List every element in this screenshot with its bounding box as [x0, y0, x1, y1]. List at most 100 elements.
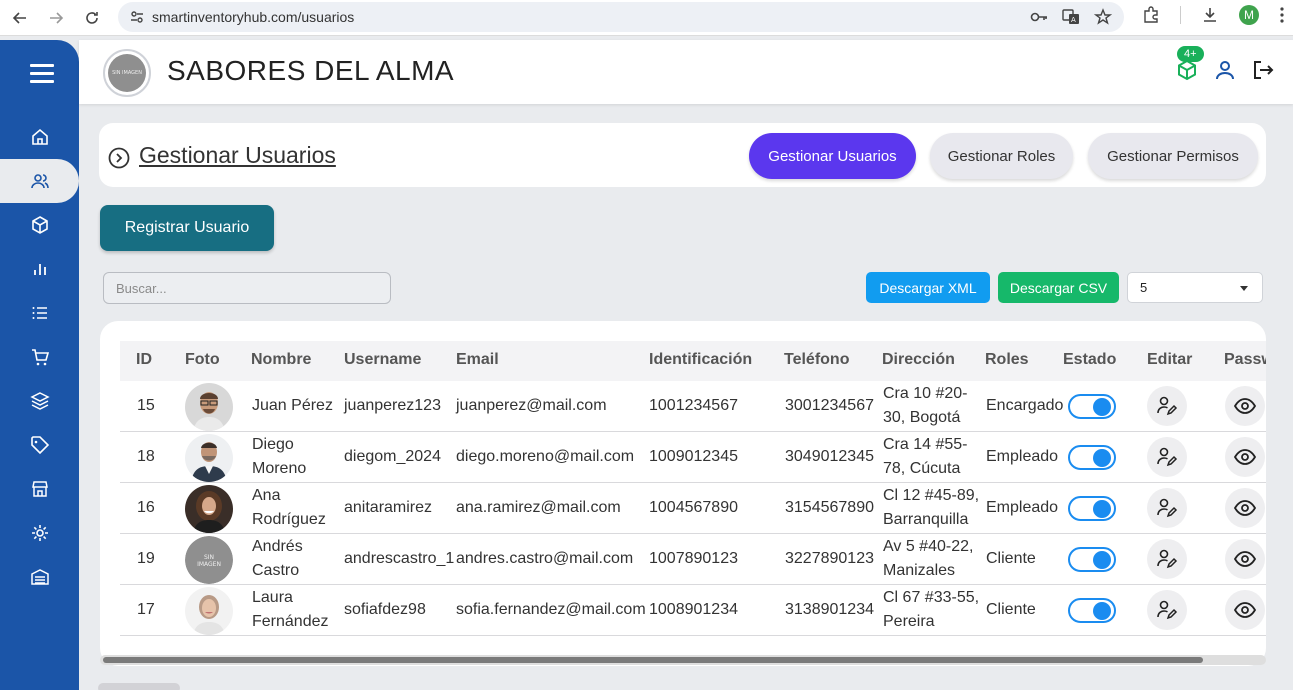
status-toggle[interactable] — [1068, 547, 1116, 572]
download-icon[interactable] — [1201, 6, 1219, 24]
col-header-phone[interactable]: Teléfono — [784, 351, 849, 369]
page-size-select[interactable]: 5 — [1127, 272, 1263, 303]
sidebar-item-sales[interactable] — [0, 335, 79, 379]
reload-icon[interactable] — [78, 4, 106, 32]
tab-manage-roles[interactable]: Gestionar Roles — [930, 133, 1073, 179]
cell-role: Cliente — [986, 550, 1036, 567]
sidebar-item-products[interactable] — [0, 203, 79, 247]
bar-chart-icon — [33, 264, 46, 275]
menu-dots-icon[interactable] — [1279, 6, 1285, 24]
col-header-email[interactable]: Email — [456, 351, 499, 369]
tab-manage-users[interactable]: Gestionar Usuarios — [749, 133, 916, 179]
status-toggle[interactable] — [1068, 598, 1116, 623]
status-toggle[interactable] — [1068, 445, 1116, 470]
page-title-card: Gestionar Usuarios Gestionar Usuarios Ge… — [99, 123, 1266, 187]
status-toggle[interactable] — [1068, 496, 1116, 521]
sidebar-item-warehouse[interactable] — [0, 555, 79, 599]
browser-toolbar: smartinventoryhub.com/usuarios A M — [0, 0, 1293, 36]
cell-name-line2: Moreno — [252, 460, 307, 477]
sidebar-item-users[interactable] — [0, 159, 79, 203]
cell-phone: 3227890123 — [785, 550, 874, 567]
sidebar-item-tags[interactable] — [0, 423, 79, 467]
view-password-button[interactable] — [1225, 437, 1265, 477]
business-logo: SIN IMAGEN — [103, 49, 151, 97]
eye-icon — [1233, 449, 1257, 465]
register-user-button[interactable]: Registrar Usuario — [100, 205, 274, 251]
view-password-button[interactable] — [1225, 386, 1265, 426]
users-icon — [30, 174, 49, 189]
forward-icon[interactable] — [42, 4, 70, 32]
search-input[interactable] — [103, 272, 391, 304]
tab-manage-permissions[interactable]: Gestionar Permisos — [1088, 133, 1258, 179]
view-password-button[interactable] — [1225, 539, 1265, 579]
caret-down-icon — [1240, 286, 1248, 291]
edit-user-button[interactable] — [1147, 386, 1187, 426]
col-header-password[interactable]: Passw — [1224, 351, 1266, 369]
col-header-photo[interactable]: Foto — [185, 351, 220, 369]
view-password-button[interactable] — [1225, 488, 1265, 528]
col-header-edit[interactable]: Editar — [1147, 351, 1192, 369]
page-title[interactable]: Gestionar Usuarios — [139, 142, 336, 169]
col-header-name[interactable]: Nombre — [251, 351, 311, 369]
cell-id: 15 — [137, 397, 155, 414]
cell-phone: 3154567890 — [785, 499, 874, 516]
cell-name-line1: Laura — [252, 589, 293, 606]
users-table: ID Foto Nombre Username Email Identifica… — [100, 321, 1266, 666]
translate-icon[interactable]: A — [1062, 8, 1080, 26]
user-edit-icon — [1157, 498, 1178, 518]
col-header-identification[interactable]: Identificación — [649, 351, 752, 369]
cell-address-line2: Barranquilla — [883, 511, 969, 528]
key-icon[interactable] — [1030, 8, 1048, 26]
col-header-address[interactable]: Dirección — [882, 351, 955, 369]
cell-role: Empleado — [986, 499, 1059, 516]
user-photo — [185, 383, 233, 431]
cell-id: 17 — [137, 601, 155, 618]
sidebar-item-reports[interactable] — [0, 247, 79, 291]
edit-user-button[interactable] — [1147, 488, 1187, 528]
table-row: 18 Diego Moreno diegom_2024 diego.moreno… — [120, 432, 1266, 483]
cell-name: Juan Pérez — [252, 397, 333, 414]
view-password-button[interactable] — [1225, 590, 1265, 630]
logo-placeholder-image: SIN IMAGEN — [108, 54, 146, 92]
bookmark-star-icon[interactable] — [1094, 8, 1112, 26]
profile-avatar[interactable]: M — [1239, 5, 1259, 25]
table-row: 17 Laura Fernández sofiafdez98 sofia.fer… — [120, 585, 1266, 636]
edit-user-button[interactable] — [1147, 590, 1187, 630]
horizontal-scrollbar-thumb[interactable] — [103, 657, 1203, 663]
back-icon[interactable] — [6, 4, 34, 32]
cell-username: anitaramirez — [344, 499, 433, 516]
download-xml-button[interactable]: Descargar XML — [866, 272, 990, 303]
edit-user-button[interactable] — [1147, 539, 1187, 579]
sidebar-item-layers[interactable] — [0, 379, 79, 423]
address-bar[interactable]: smartinventoryhub.com/usuarios A — [118, 2, 1124, 32]
app-header: SIN IMAGEN SABORES DEL ALMA 4+ — [79, 40, 1293, 104]
url-text[interactable]: smartinventoryhub.com/usuarios — [152, 9, 354, 25]
user-edit-icon — [1157, 600, 1178, 620]
site-settings-icon[interactable] — [122, 9, 152, 25]
user-profile-icon[interactable] — [1213, 58, 1237, 82]
col-header-roles[interactable]: Roles — [985, 351, 1029, 369]
cell-email: diego.moreno@mail.com — [456, 448, 635, 465]
hamburger-menu-icon[interactable] — [30, 64, 54, 88]
cell-email: juanperez@mail.com — [456, 397, 607, 414]
col-header-status[interactable]: Estado — [1063, 351, 1116, 369]
sidebar-item-settings[interactable] — [0, 511, 79, 555]
status-toggle[interactable] — [1068, 394, 1116, 419]
cell-email: andres.castro@mail.com — [456, 550, 634, 567]
extensions-icon[interactable] — [1142, 6, 1160, 24]
box-icon — [31, 216, 48, 234]
sidebar-item-home[interactable] — [0, 115, 79, 159]
cell-name-line1: Andrés — [252, 538, 303, 555]
inventory-box-icon[interactable] — [1175, 58, 1199, 82]
col-header-username[interactable]: Username — [344, 351, 421, 369]
business-name: SABORES DEL ALMA — [167, 55, 455, 86]
edit-user-button[interactable] — [1147, 437, 1187, 477]
sidebar-item-store[interactable] — [0, 467, 79, 511]
list-icon — [32, 307, 47, 319]
cell-username: andrescastro_1 — [344, 550, 455, 567]
sidebar-item-list[interactable] — [0, 291, 79, 335]
logout-icon[interactable] — [1251, 58, 1275, 82]
cell-id: 19 — [137, 550, 155, 567]
col-header-id[interactable]: ID — [136, 351, 152, 369]
download-csv-button[interactable]: Descargar CSV — [998, 272, 1119, 303]
